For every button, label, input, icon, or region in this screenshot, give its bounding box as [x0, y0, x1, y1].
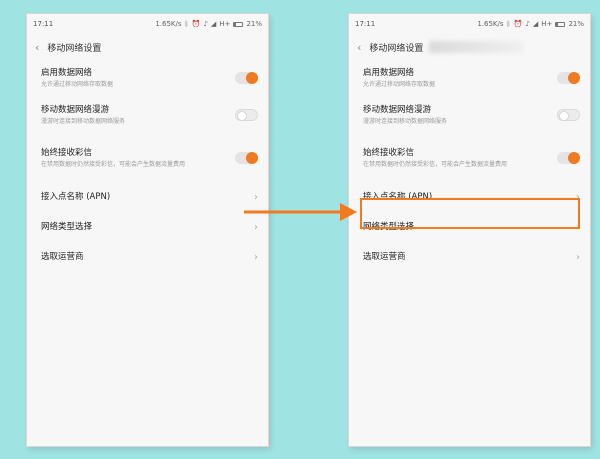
- toggle-switch-on[interactable]: [235, 152, 258, 164]
- toggle-switch-off[interactable]: [235, 109, 258, 121]
- back-chevron-icon[interactable]: ‹: [35, 42, 39, 53]
- setting-title: 选取运营商: [41, 251, 84, 262]
- toggle-switch-on[interactable]: [557, 152, 580, 164]
- mute-icon: ♪: [203, 20, 208, 28]
- chevron-right-icon: ›: [254, 251, 258, 263]
- battery-icon: [555, 21, 566, 27]
- page-title: 移动网络设置: [47, 43, 102, 54]
- battery-level: 21%: [246, 20, 262, 28]
- setting-title: 移动数据网络漫游: [41, 104, 110, 115]
- network-speed: 1.65K/s: [477, 20, 504, 28]
- phone-screen-before: 17:11 1.65K/s ᛒ ⏰ ♪ ◢ H+ 21% ‹ 移动网络设置 启用…: [27, 14, 268, 446]
- setting-network-type[interactable]: 网络类型选择 ›: [27, 212, 268, 242]
- network-type: H+: [219, 20, 231, 28]
- setting-title: 启用数据网络: [41, 67, 93, 78]
- toggle-switch-on[interactable]: [235, 72, 258, 84]
- setting-title: 移动数据网络漫游: [363, 104, 432, 115]
- phone-screen-after: 17:11 1.65K/s ᛒ ⏰ ♪ ◢ H+ 21% ‹ 移动网络设置 启用…: [349, 14, 590, 446]
- network-type: H+: [541, 20, 553, 28]
- setting-subtitle: 在禁用数据时仍然接受彩信，可能会产生数据流量费用: [363, 160, 508, 168]
- status-time: 17:11: [33, 20, 54, 28]
- status-time: 17:11: [355, 20, 376, 28]
- title-bar: ‹ 移动网络设置: [27, 34, 268, 60]
- bluetooth-icon: ᛒ: [506, 20, 511, 28]
- arrow-right-icon: [244, 203, 357, 221]
- setting-select-carrier[interactable]: 选取运营商 ›: [349, 242, 590, 272]
- setting-enable-data[interactable]: 启用数据网络 允许通过移动网络存取数据: [27, 60, 268, 96]
- blurred-watermark: [429, 41, 525, 53]
- signal-icon: ◢: [532, 20, 539, 28]
- setting-always-mms[interactable]: 始终接收彩信 在禁用数据时仍然接受彩信，可能会产生数据流量费用: [27, 134, 268, 182]
- setting-title: 启用数据网络: [363, 67, 415, 78]
- network-speed: 1.65K/s: [155, 20, 182, 28]
- setting-always-mms[interactable]: 始终接收彩信 在禁用数据时仍然接受彩信，可能会产生数据流量费用: [349, 134, 590, 182]
- setting-select-carrier[interactable]: 选取运营商 ›: [27, 242, 268, 272]
- setting-title: 选取运营商: [363, 251, 406, 262]
- setting-data-roaming[interactable]: 移动数据网络漫游 漫游时连接到移动数据网络服务: [27, 96, 268, 134]
- setting-data-roaming[interactable]: 移动数据网络漫游 漫游时连接到移动数据网络服务: [349, 96, 590, 134]
- setting-subtitle: 允许通过移动网络存取数据: [363, 80, 436, 88]
- chevron-right-icon: ›: [576, 251, 580, 263]
- page-title: 移动网络设置: [369, 43, 424, 54]
- setting-subtitle: 漫游时连接到移动数据网络服务: [363, 117, 448, 125]
- setting-subtitle: 允许通过移动网络存取数据: [41, 80, 114, 88]
- setting-enable-data[interactable]: 启用数据网络 允许通过移动网络存取数据: [349, 60, 590, 96]
- setting-title: 始终接收彩信: [41, 147, 93, 158]
- alarm-icon: ⏰: [191, 20, 201, 28]
- setting-title: 网络类型选择: [41, 221, 93, 232]
- setting-apn[interactable]: 接入点名称 (APN) ›: [27, 182, 268, 212]
- setting-title: 始终接收彩信: [363, 147, 415, 158]
- setting-subtitle: 漫游时连接到移动数据网络服务: [41, 117, 126, 125]
- battery-level: 21%: [568, 20, 584, 28]
- toggle-switch-off[interactable]: [557, 109, 580, 121]
- bluetooth-icon: ᛒ: [184, 20, 189, 28]
- setting-title: 接入点名称 (APN): [41, 191, 111, 202]
- toggle-switch-on[interactable]: [557, 72, 580, 84]
- alarm-icon: ⏰: [513, 20, 523, 28]
- back-chevron-icon[interactable]: ‹: [357, 42, 361, 53]
- arrow-head: [340, 203, 357, 221]
- status-bar: 17:11 1.65K/s ᛒ ⏰ ♪ ◢ H+ 21%: [27, 14, 268, 34]
- mute-icon: ♪: [525, 20, 530, 28]
- signal-icon: ◢: [210, 20, 217, 28]
- title-bar: ‹ 移动网络设置: [349, 34, 590, 60]
- setting-subtitle: 在禁用数据时仍然接受彩信，可能会产生数据流量费用: [41, 160, 186, 168]
- battery-icon: [233, 21, 244, 27]
- status-bar: 17:11 1.65K/s ᛒ ⏰ ♪ ◢ H+ 21%: [349, 14, 590, 34]
- apn-highlight-box: [360, 198, 580, 229]
